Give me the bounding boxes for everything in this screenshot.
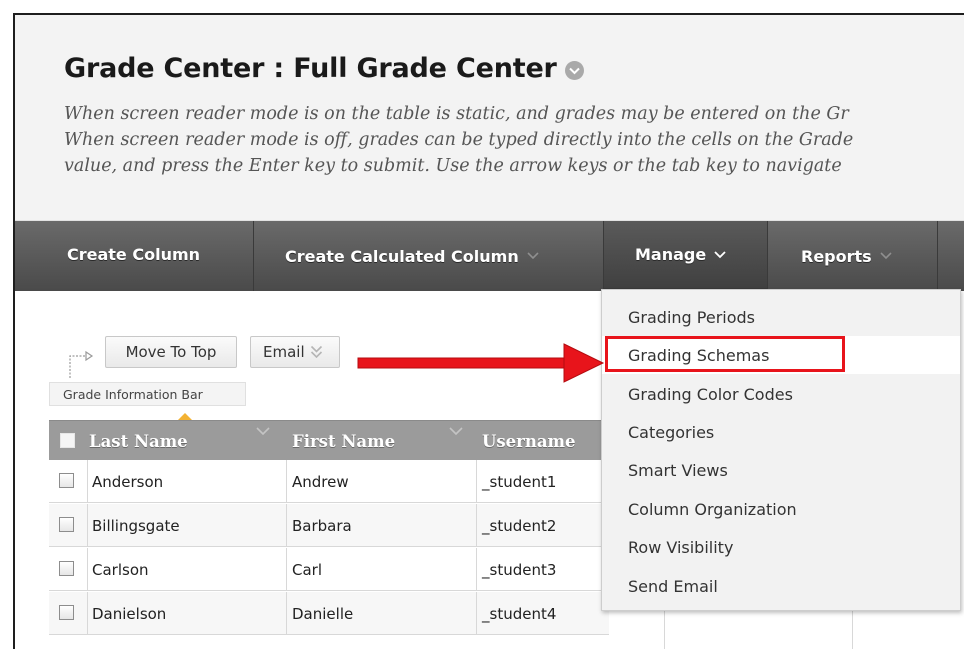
menu-item-column-organization[interactable]: Column Organization xyxy=(602,490,960,528)
reports-menu-button[interactable]: Reports xyxy=(768,221,938,291)
move-to-top-label: Move To Top xyxy=(125,343,217,361)
last-name-cell: Billingsgate xyxy=(92,516,180,535)
column-header-username[interactable]: Username xyxy=(482,421,576,461)
column-divider xyxy=(87,460,88,503)
last-name-cell: Danielson xyxy=(92,604,167,623)
column-divider xyxy=(286,548,287,591)
reports-label: Reports xyxy=(801,246,872,266)
move-to-top-button[interactable]: Move To Top xyxy=(105,336,237,368)
column-divider xyxy=(476,460,477,503)
menu-item-grading-periods[interactable]: Grading Periods xyxy=(602,298,960,336)
row-checkbox[interactable] xyxy=(59,517,74,532)
first-name-cell: Andrew xyxy=(292,472,349,491)
first-name-cell: Carl xyxy=(292,560,322,579)
menu-item-categories[interactable]: Categories xyxy=(602,413,960,451)
table-row[interactable]: Billingsgate Barbara _student2 xyxy=(49,504,609,547)
manage-label: Manage xyxy=(635,245,707,264)
chevron-down-icon xyxy=(527,252,539,260)
page-title: Grade Center : Full Grade Center xyxy=(64,53,557,84)
manage-menu-button[interactable]: Manage xyxy=(604,221,768,291)
grade-information-bar-label: Grade Information Bar xyxy=(63,386,203,402)
column-divider xyxy=(87,548,88,591)
table-header-row: Last Name First Name Username xyxy=(49,420,609,460)
username-cell: _student1 xyxy=(482,472,557,491)
column-divider xyxy=(476,504,477,547)
double-chevron-down-icon xyxy=(310,345,323,359)
last-name-cell: Anderson xyxy=(92,472,164,491)
create-calculated-column-button[interactable]: Create Calculated Column xyxy=(254,221,604,291)
page-header: Grade Center : Full Grade Center When sc… xyxy=(15,15,964,221)
create-calculated-column-label: Create Calculated Column xyxy=(285,246,519,266)
table-row[interactable]: Danielson Danielle _student4 xyxy=(49,592,609,635)
column-divider xyxy=(286,460,287,503)
column-divider xyxy=(476,548,477,591)
username-cell: _student2 xyxy=(482,516,557,535)
chevron-down-icon xyxy=(714,250,726,259)
select-all-checkbox[interactable] xyxy=(60,433,75,448)
column-divider xyxy=(87,504,88,547)
chevron-down-icon xyxy=(880,252,892,260)
column-divider xyxy=(286,592,287,635)
info-bar-marker-icon xyxy=(178,413,192,420)
first-name-cell: Barbara xyxy=(292,516,352,535)
column-divider xyxy=(286,504,287,547)
title-row: Grade Center : Full Grade Center xyxy=(64,53,584,84)
description-line-1: When screen reader mode is on the table … xyxy=(64,104,849,124)
column-header-last-name[interactable]: Last Name xyxy=(89,421,188,461)
menu-item-smart-views[interactable]: Smart Views xyxy=(602,451,960,489)
menu-item-grading-color-codes[interactable]: Grading Color Codes xyxy=(602,375,960,413)
column-header-label: Last Name xyxy=(89,431,188,451)
column-header-first-name[interactable]: First Name xyxy=(292,421,395,461)
description-line-2: When screen reader mode is off, grades c… xyxy=(64,130,854,150)
table-row[interactable]: Anderson Andrew _student1 xyxy=(49,460,609,503)
username-cell: _student3 xyxy=(482,560,557,579)
create-column-label: Create Column xyxy=(67,245,201,264)
last-name-cell: Carlson xyxy=(92,560,149,579)
create-column-button[interactable]: Create Column xyxy=(15,221,254,291)
column-options-chevron-icon[interactable] xyxy=(256,427,270,436)
column-divider xyxy=(87,592,88,635)
row-checkbox[interactable] xyxy=(59,473,74,488)
email-button[interactable]: Email xyxy=(250,336,340,368)
column-header-label: First Name xyxy=(292,431,396,451)
table-row[interactable]: Carlson Carl _student3 xyxy=(49,548,609,591)
move-arrow-icon xyxy=(66,346,96,384)
column-options-chevron-icon[interactable] xyxy=(449,427,463,436)
menu-item-row-visibility[interactable]: Row Visibility xyxy=(602,528,960,566)
red-arrow-annotation-icon xyxy=(356,341,606,389)
email-label: Email xyxy=(263,343,305,361)
page-description: When screen reader mode is on the table … xyxy=(64,101,964,179)
grade-information-bar[interactable]: Grade Information Bar xyxy=(49,382,246,406)
row-checkbox[interactable] xyxy=(59,605,74,620)
first-name-cell: Danielle xyxy=(292,604,354,623)
description-line-3: value, and press the Enter key to submit… xyxy=(64,156,842,176)
row-checkbox[interactable] xyxy=(59,561,74,576)
column-divider xyxy=(852,610,853,649)
menu-item-send-email[interactable]: Send Email xyxy=(602,567,960,605)
title-options-chevron-icon[interactable] xyxy=(564,61,584,80)
column-divider xyxy=(664,610,665,649)
action-toolbar: Create Column Create Calculated Column M… xyxy=(15,221,964,291)
username-cell: _student4 xyxy=(482,604,557,623)
highlight-box xyxy=(605,336,845,372)
column-divider xyxy=(476,592,477,635)
column-header-label: Username xyxy=(482,431,576,451)
